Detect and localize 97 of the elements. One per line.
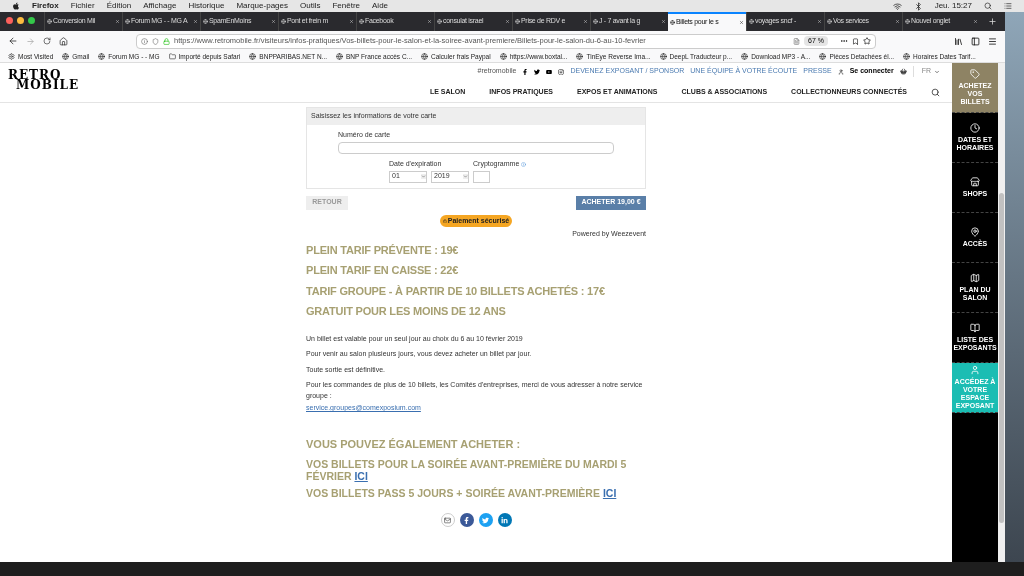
price-heading: GRATUIT POUR LES MOINS DE 12 ANS <box>306 304 507 319</box>
globe-icon <box>741 53 749 60</box>
linkedin-icon <box>501 516 508 524</box>
lock-icon <box>442 218 447 223</box>
share-facebook-button[interactable] <box>459 513 474 527</box>
globe-icon <box>98 53 106 60</box>
menu-item[interactable]: Historique <box>188 0 225 12</box>
page-icon <box>125 19 130 24</box>
cvv-field[interactable] <box>473 170 490 183</box>
globe-icon <box>576 53 584 60</box>
globe-icon <box>819 53 827 60</box>
list-icon[interactable] <box>1004 2 1012 10</box>
back-icon[interactable] <box>8 36 18 46</box>
library-icon[interactable] <box>954 36 963 46</box>
globe-icon <box>62 53 70 60</box>
minimize-window-icon[interactable] <box>17 17 24 24</box>
info-icon[interactable] <box>141 37 148 45</box>
menu-item[interactable]: Fichier <box>70 0 95 12</box>
logo-text: MOBILE <box>16 80 80 90</box>
page-icon <box>905 19 910 24</box>
page-icon <box>515 19 520 24</box>
price-heading: TARIF GROUPE - À PARTIR DE 10 BILLETS ACHETÉS : 17€ <box>306 283 606 299</box>
caret-icon <box>463 174 468 179</box>
lock-icon <box>163 37 170 45</box>
menu-item[interactable]: Fenêtre <box>332 0 360 12</box>
here-link[interactable]: ICI <box>602 487 617 499</box>
scrollbar[interactable] <box>998 63 1005 562</box>
side-menu-icon <box>970 123 980 133</box>
star-icon[interactable] <box>863 37 871 45</box>
clock[interactable]: Jeu. 15:27 <box>934 0 972 12</box>
search-icon[interactable] <box>984 2 992 10</box>
gear-icon <box>8 53 15 60</box>
wifi-icon[interactable] <box>892 1 902 11</box>
twitter-icon[interactable] <box>534 68 541 75</box>
menu-icon[interactable] <box>988 36 997 46</box>
search-icon[interactable] <box>931 87 940 97</box>
mail-icon <box>444 516 451 524</box>
page-icon <box>749 19 754 24</box>
menu-item[interactable]: Édition <box>106 0 132 12</box>
close-icon[interactable] <box>739 20 744 25</box>
globe-icon <box>903 53 911 60</box>
page-icon <box>203 19 208 24</box>
purchase-option: VOS BILLETS PASS 5 JOURS + SOIRÉE AVANT-PREMIÈRE ICI <box>306 487 646 499</box>
globe-icon <box>249 53 257 60</box>
globe-icon <box>336 53 344 60</box>
facebook-icon <box>463 516 470 524</box>
bluetooth-icon[interactable] <box>913 1 923 11</box>
page-icon <box>593 19 598 24</box>
purchase-option: VOS BILLETS POUR LA SOIRÉE AVANT-PREMIÈRE DU MARDI 5 FÉVRIER ICI <box>306 458 646 482</box>
facebook-icon[interactable] <box>522 68 529 75</box>
sidebar-icon[interactable] <box>971 36 980 46</box>
site-logo[interactable]: RETRO MOBILE <box>8 63 80 90</box>
page-icon <box>670 20 675 25</box>
reload-icon[interactable] <box>43 37 51 45</box>
folder-icon <box>168 53 176 60</box>
more-icon[interactable] <box>840 37 848 45</box>
share-linkedin-button[interactable] <box>497 513 512 527</box>
logo-text: RETRO <box>8 70 62 80</box>
caret-icon <box>421 174 426 179</box>
globe-icon <box>659 53 667 60</box>
side-menu-icon <box>970 323 980 333</box>
page-icon <box>827 19 832 24</box>
zoom-window-icon[interactable] <box>28 17 35 24</box>
menu-item[interactable]: Affichage <box>143 0 177 12</box>
page-icon <box>359 19 364 24</box>
home-icon[interactable] <box>59 36 68 46</box>
basket-icon[interactable] <box>899 68 907 75</box>
user-icon <box>837 68 844 75</box>
reader-icon[interactable] <box>793 37 801 45</box>
app-name[interactable]: Firefox <box>32 0 59 12</box>
price-heading: PLEIN TARIF PRÉVENTE : 19€ <box>306 242 460 258</box>
close-window-icon[interactable] <box>6 17 13 24</box>
new-tab-icon[interactable] <box>988 17 997 26</box>
menu-item[interactable]: Aide <box>372 0 389 12</box>
side-menu-icon <box>970 365 980 375</box>
caret-icon <box>934 68 940 75</box>
card-number-field[interactable] <box>338 142 614 154</box>
apple-icon[interactable] <box>12 2 20 10</box>
twitter-icon <box>482 516 489 524</box>
pocket-icon[interactable] <box>852 37 859 45</box>
price-heading: PLEIN TARIF EN CAISSE : 22€ <box>306 263 460 278</box>
share-twitter-button[interactable] <box>478 513 493 527</box>
page-icon <box>437 19 442 24</box>
side-menu-icon <box>970 227 980 237</box>
page-icon <box>47 19 52 24</box>
menu-item[interactable]: Outils <box>300 0 321 12</box>
menu-item[interactable]: Marque-pages <box>236 0 288 12</box>
globe-icon <box>421 53 429 60</box>
side-menu-icon <box>970 273 980 283</box>
here-link[interactable]: ICI <box>354 470 368 482</box>
side-menu-icon <box>970 177 980 187</box>
page-icon <box>281 19 286 24</box>
instagram-icon[interactable] <box>558 68 565 75</box>
youtube-icon[interactable] <box>546 68 553 75</box>
side-menu-icon <box>970 69 980 79</box>
globe-icon <box>499 53 507 60</box>
section-heading: VOUS POUVEZ ÉGALEMENT ACHETER : <box>306 436 522 452</box>
